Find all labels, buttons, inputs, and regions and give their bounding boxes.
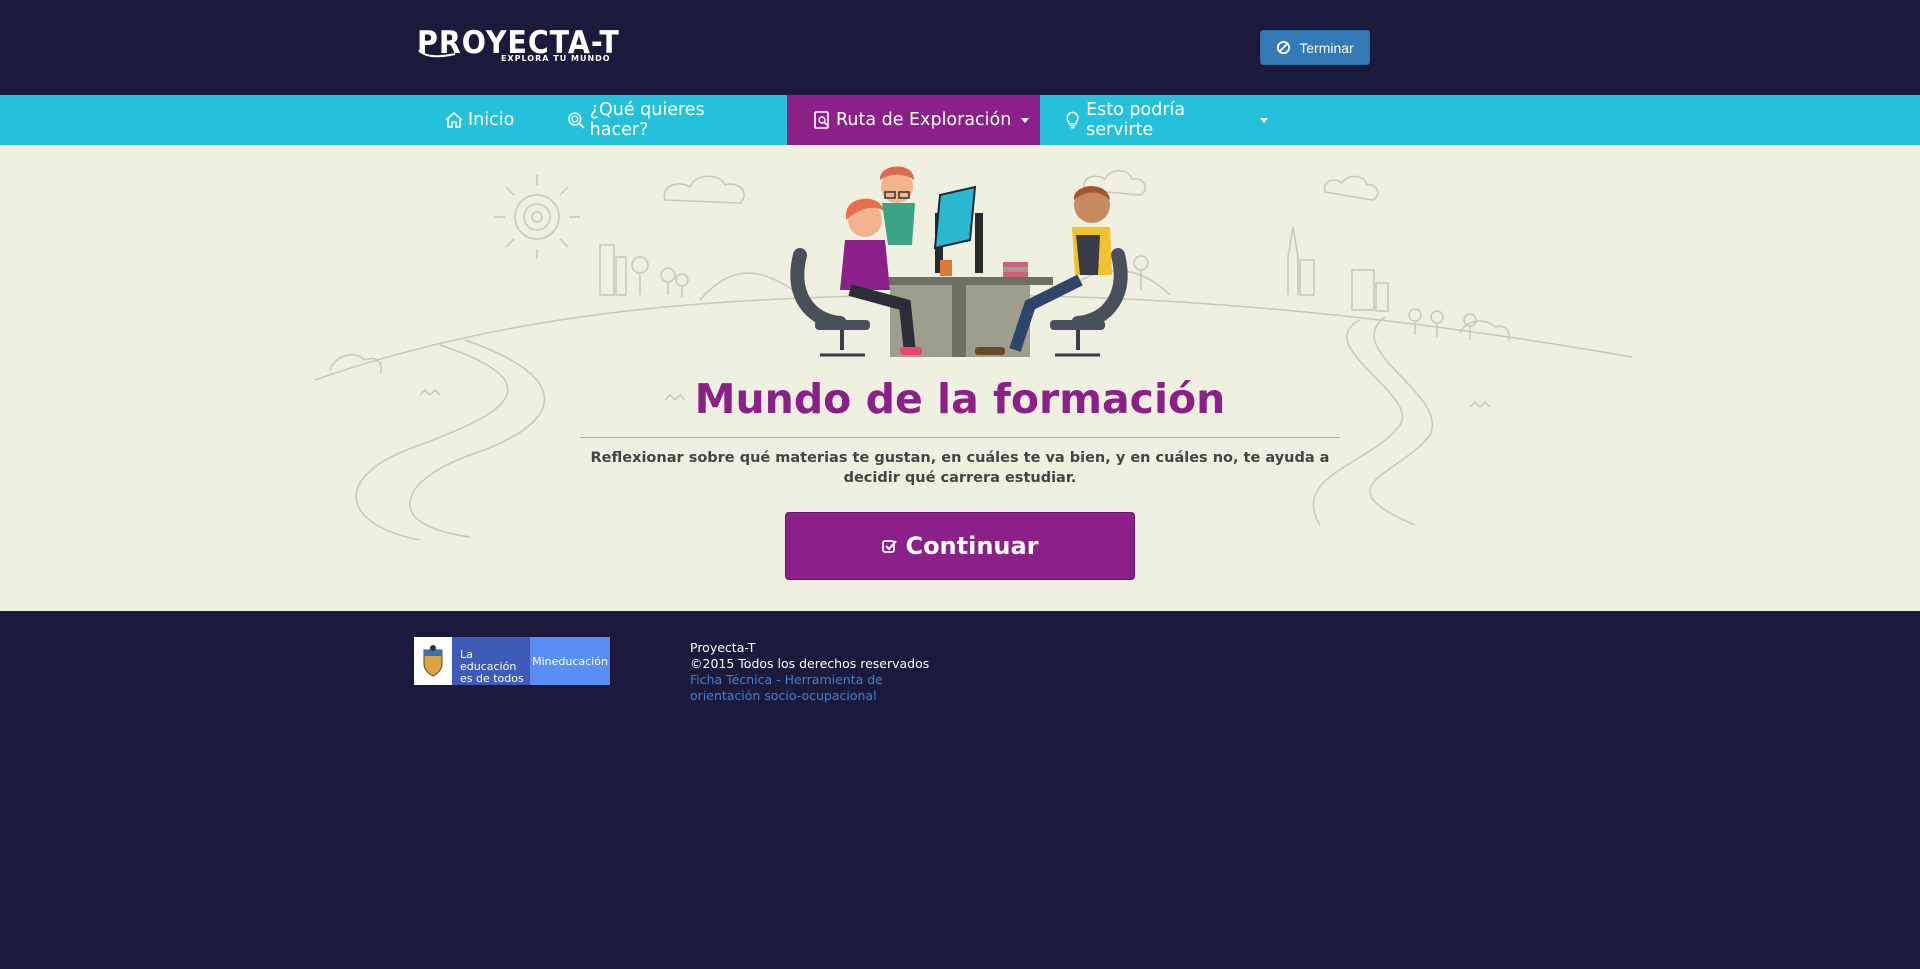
nav-item-inicio[interactable]: Inicio: [444, 95, 534, 145]
nav-item-que-quieres-hacer[interactable]: ¿Qué quieres hacer?: [566, 95, 766, 145]
ban-icon: [1277, 40, 1291, 55]
footer: La educación es de todos Mineducación Pr…: [0, 611, 1920, 969]
logo-ministry-text: Mineducación: [530, 637, 610, 685]
page-description: Reflexionar sobre qué materias te gustan…: [590, 450, 1330, 486]
logo-tagline: EXPLORA TU MUNDO: [501, 54, 611, 63]
title-divider: [580, 437, 1340, 438]
terminar-button[interactable]: Terminar: [1260, 30, 1370, 65]
footer-info: Proyecta-T ©2015 Todos los derechos rese…: [690, 640, 929, 704]
mineducacion-logo[interactable]: La educación es de todos Mineducación: [414, 637, 610, 685]
nav-label: ¿Qué quieres hacer?: [589, 100, 705, 140]
proyecta-t-logo[interactable]: PROYECTA-T EXPLORA TU MUNDO: [417, 26, 641, 66]
footer-copyright: ©2015 Todos los derechos reservados: [690, 656, 930, 671]
chevron-down-icon: [1021, 117, 1030, 123]
continuar-button[interactable]: Continuar: [785, 512, 1135, 580]
nav-item-ruta-de-exploracion[interactable]: Ruta de Exploración: [787, 95, 1040, 145]
search-icon: [568, 112, 585, 129]
nav-item-esto-podria-servirte[interactable]: Esto podría servirte: [1063, 95, 1268, 145]
check-square-icon: [882, 540, 898, 553]
main-content: Mundo de la formación Reflexionar sobre …: [0, 145, 1920, 611]
terminar-label: Terminar: [1299, 39, 1354, 56]
home-icon: [445, 112, 463, 128]
footer-brand: Proyecta-T: [690, 640, 756, 655]
colombia-shield-icon: [414, 637, 452, 685]
nav-label: Ruta de Exploración: [836, 110, 1012, 130]
nav-label: Esto podría servirte: [1086, 100, 1186, 140]
explore-icon: [814, 111, 829, 129]
logo-edu-text: La educación es de todos: [452, 637, 530, 685]
lightbulb-icon: [1066, 111, 1079, 129]
people-illustration: [790, 166, 1128, 357]
header: PROYECTA-T EXPLORA TU MUNDO Terminar: [0, 0, 1920, 95]
page-title: Mundo de la formación: [694, 375, 1226, 423]
main-nav: Inicio ¿Qué quieres hacer? Ruta de Explo…: [0, 95, 1920, 145]
ficha-tecnica-link[interactable]: Ficha Técnica - Herramienta de orientaci…: [690, 672, 890, 704]
continuar-label: Continuar: [905, 532, 1039, 560]
chevron-down-icon: [1260, 117, 1268, 123]
nav-label: Inicio: [468, 110, 515, 130]
